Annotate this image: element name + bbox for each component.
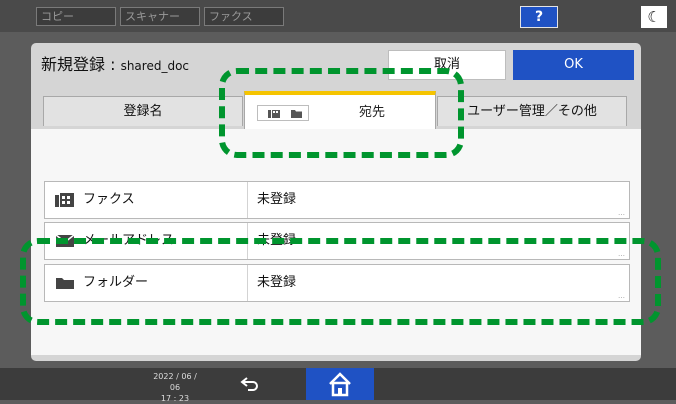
- folder-row-value: 未登録: [257, 275, 297, 290]
- fax-app-button[interactable]: ファクス: [204, 7, 284, 26]
- row-divider: [247, 182, 248, 218]
- email-row[interactable]: メールアドレス 未登録 …: [44, 222, 630, 260]
- dialog-title-text: 新規登録 :: [41, 55, 121, 74]
- fax-row[interactable]: ファクス 未登録 …: [44, 181, 630, 219]
- bottom-bar: 2022 / 06 / 06 17 : 23: [0, 368, 676, 403]
- copy-app-button[interactable]: コピー: [36, 7, 116, 26]
- row-divider: [247, 265, 248, 301]
- more-indicator: …: [618, 292, 625, 300]
- more-indicator: …: [618, 209, 625, 217]
- tab-destination-label: 宛先: [358, 105, 385, 120]
- folder-icon: [55, 276, 75, 290]
- fax-row-label: ファクス: [83, 192, 135, 207]
- dialog-title: 新規登録 : shared_doc: [41, 51, 189, 75]
- row-divider: [247, 223, 248, 259]
- back-arrow-icon: [240, 377, 258, 391]
- scanner-app-button[interactable]: スキャナー: [120, 7, 200, 26]
- tab-destination[interactable]: 宛先: [244, 91, 436, 131]
- moon-icon: ☾: [647, 8, 661, 26]
- top-bar: コピー スキャナー ファクス ? ☾: [0, 0, 676, 32]
- fax-row-value: 未登録: [257, 192, 297, 207]
- night-mode-button[interactable]: ☾: [641, 6, 667, 28]
- help-button[interactable]: ?: [520, 6, 558, 28]
- destination-content: ファクス 未登録 … メールアドレス 未登録 … フォルダー 未登録 …: [31, 129, 641, 355]
- home-icon: [329, 372, 351, 397]
- fax-icon: [55, 193, 75, 207]
- more-indicator: …: [618, 250, 625, 258]
- datetime: 2022 / 06 / 06 17 : 23: [150, 371, 200, 404]
- destination-type-icons: [257, 105, 309, 121]
- tab-user-management[interactable]: ユーザー管理／その他: [437, 96, 627, 126]
- home-button[interactable]: [306, 368, 374, 400]
- folder-row[interactable]: フォルダー 未登録 …: [44, 264, 630, 302]
- time-text: 17 : 23: [160, 394, 190, 403]
- folder-icon: [291, 110, 302, 118]
- date-text: 2022 / 06 / 06: [153, 372, 197, 392]
- ok-button[interactable]: OK: [513, 50, 634, 80]
- email-row-value: 未登録: [257, 233, 297, 248]
- mail-icon: [55, 234, 75, 248]
- email-row-label: メールアドレス: [83, 233, 175, 248]
- new-registration-dialog: 新規登録 : shared_doc 取消 OK 登録名 ユーザー管理／その他 宛…: [31, 43, 641, 361]
- fax-icon: [268, 110, 280, 118]
- dialog-file-name: shared_doc: [120, 59, 190, 73]
- back-button[interactable]: [240, 374, 260, 394]
- tab-names[interactable]: 登録名: [43, 96, 243, 126]
- folder-row-label: フォルダー: [83, 275, 149, 290]
- cancel-button[interactable]: 取消: [388, 50, 506, 80]
